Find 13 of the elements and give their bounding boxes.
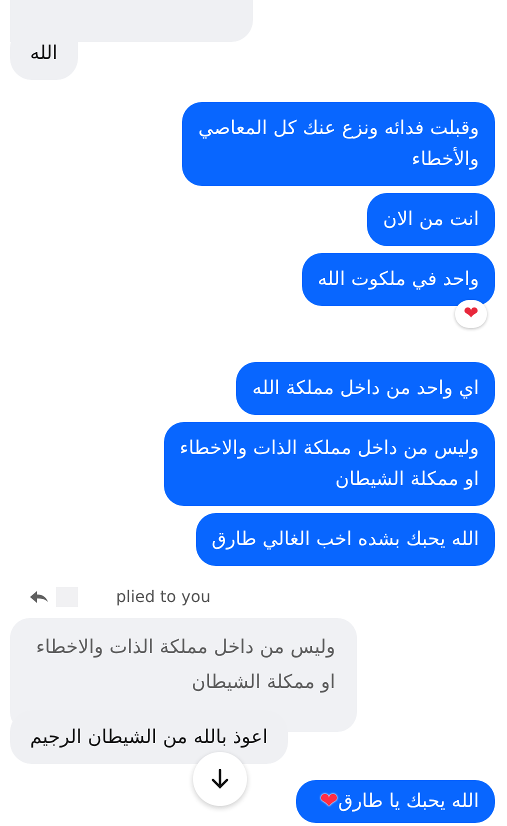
sent-message: واحد في ملكوت الله	[302, 253, 495, 306]
reply-icon	[30, 591, 48, 603]
sent-message: الله يحبك يا طارق❤	[296, 780, 495, 823]
sent-message: انت من الان	[366, 193, 495, 246]
sent-message: الله يحبك بشده اخب الغالي طارق	[196, 513, 495, 566]
reaction-badge: ❤	[455, 300, 487, 328]
scroll-down-button[interactable]	[193, 752, 247, 806]
sent-message: اي واحد من داخل مملكة الله	[236, 362, 495, 415]
reply-label: plied to you	[116, 586, 211, 608]
sent-message: وقبلت فدائه ونزع عنك كل المعاصي والأخطاء	[182, 102, 495, 186]
sent-message: وليس من داخل مملكة الذات والاخطاء او ممكلة الشيطان	[164, 422, 495, 506]
arrow-down-icon	[211, 769, 229, 789]
heart-emoji: ❤	[320, 790, 338, 812]
